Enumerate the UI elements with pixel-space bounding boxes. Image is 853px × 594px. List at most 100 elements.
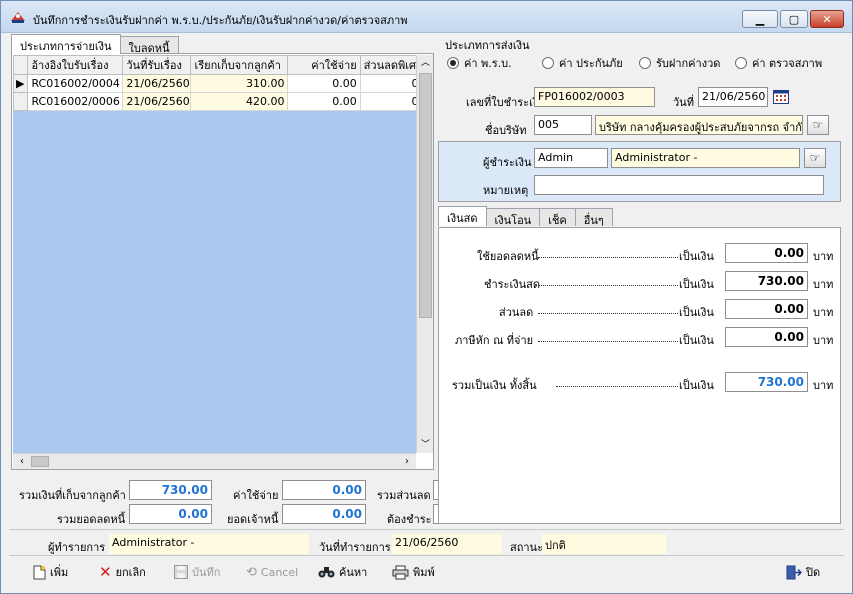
total-collect-field[interactable]: 730.00: [129, 480, 212, 500]
grid-header-row: อ้างอิงใบรับเรื่อง วันที่รับเรื่อง เรียก…: [13, 55, 416, 75]
cancel-button[interactable]: ⟲ Cancel: [246, 561, 298, 583]
row-indicator-header: [13, 55, 29, 75]
cell-discount[interactable]: 0.0: [359, 74, 416, 93]
tab-payment-type[interactable]: ประเภทการจ่ายเงิน: [11, 34, 121, 54]
tab-cash[interactable]: เงินสด: [438, 206, 487, 226]
radio-prb[interactable]: ค่า พ.ร.บ.: [447, 54, 512, 72]
row-pointer-icon: ▶: [13, 74, 29, 93]
cell-date[interactable]: 21/06/2560: [122, 74, 192, 93]
search-button[interactable]: ค้นหา: [318, 561, 367, 583]
grand-total-field[interactable]: 730.00: [725, 372, 808, 392]
table-row[interactable]: ▶ RC016002/0004 21/06/2560 310.00 0.00 0…: [13, 74, 416, 93]
date-label: วันที่: [673, 96, 694, 109]
company-name-field[interactable]: บริษัท กลางคุ้มครองผู้ประสบภัยจากรถ จำกั…: [595, 115, 803, 135]
creditor-field[interactable]: 0.00: [282, 504, 366, 524]
payer-name-field[interactable]: Administrator -: [611, 148, 800, 168]
cash-pay-label: ชำระเงินสด: [484, 278, 540, 291]
tab-transfer[interactable]: เงินโอน: [485, 208, 541, 227]
vertical-scroll-thumb[interactable]: [419, 73, 432, 318]
leader-dots: [538, 313, 678, 314]
expense-field[interactable]: 0.00: [282, 480, 366, 500]
print-label: พิมพ์: [413, 566, 435, 579]
cancel-item-button[interactable]: ✕ ยกเลิก: [99, 561, 146, 583]
payer-code-field[interactable]: Admin: [534, 148, 608, 168]
left-tabs: ประเภทการจ่ายเงิน ใบลดหนี้: [11, 34, 179, 55]
table-row[interactable]: RC016002/0006 21/06/2560 420.00 0.00 0.0: [13, 92, 416, 111]
radio-dot-icon: [639, 57, 651, 69]
total-discount-label: รวมส่วนลด: [377, 489, 431, 502]
amount-word: เป็นเงิน: [679, 306, 714, 319]
cell-collect[interactable]: 420.00: [190, 92, 289, 111]
cell-ref[interactable]: RC016002/0004: [27, 74, 124, 93]
payment-grid: อ้างอิงใบรับเรื่อง วันที่รับเรื่อง เรียก…: [13, 55, 416, 111]
close-label: ปิด: [806, 566, 821, 579]
debt-reduce-label: ใช้ยอดลดหนี้: [477, 250, 539, 263]
leader-dots: [556, 386, 678, 387]
total-debt-reduce-label: รวมยอดลดหนี้: [57, 513, 126, 526]
amount-word: เป็นเงิน: [679, 334, 714, 347]
radio-insurance[interactable]: ค่า ประกันภัย: [542, 54, 623, 72]
tab-cheque[interactable]: เช็ค: [539, 208, 576, 227]
company-code-field[interactable]: 005: [534, 115, 592, 135]
discount-field[interactable]: 0.00: [725, 299, 808, 319]
col-header-date[interactable]: วันที่รับเรื่อง: [122, 55, 192, 75]
note-field[interactable]: [534, 175, 824, 195]
radio-dot-icon: [542, 57, 554, 69]
close-button[interactable]: ปิด: [786, 561, 820, 583]
scroll-down-icon[interactable]: ﹀: [417, 437, 434, 453]
total-debt-reduce-field[interactable]: 0.00: [129, 504, 212, 524]
scroll-right-icon[interactable]: ›: [400, 454, 414, 469]
radio-inspection-label: ค่า ตรวจสภาพ: [752, 57, 823, 70]
binoculars-icon: [318, 567, 335, 578]
tab-credit-note[interactable]: ใบลดหนี้: [119, 36, 179, 55]
cell-expense[interactable]: 0.00: [287, 92, 361, 111]
cash-pay-field[interactable]: 730.00: [725, 271, 808, 291]
amount-word: เป็นเงิน: [679, 278, 714, 291]
date-field[interactable]: 21/06/2560: [698, 87, 768, 107]
cell-discount[interactable]: 0.0: [359, 92, 416, 111]
cell-ref[interactable]: RC016002/0006: [27, 92, 124, 111]
payment-no-field[interactable]: FP016002/0003: [534, 87, 655, 107]
col-header-expense[interactable]: ค่าใช้จ่าย: [287, 55, 361, 75]
scroll-left-icon[interactable]: ‹: [15, 454, 29, 469]
payer-lookup-button[interactable]: ☞: [804, 148, 826, 168]
main-window: บันทึกการชำระเงินรับฝากค่า พ.ร.บ./ประกัน…: [0, 0, 853, 594]
title-bar: บันทึกการชำระเงินรับฝากค่า พ.ร.บ./ประกัน…: [1, 1, 852, 33]
tab-other[interactable]: อื่นๆ: [574, 208, 613, 227]
app-logo-icon: [11, 12, 25, 23]
expense-label: ค่าใช้จ่าย: [233, 489, 279, 502]
window-title: บันทึกการชำระเงินรับฝากค่า พ.ร.บ./ประกัน…: [33, 14, 408, 27]
maximize-button[interactable]: ▢: [780, 10, 808, 28]
scroll-up-icon[interactable]: ︿: [417, 55, 434, 71]
minimize-button[interactable]: ▁: [742, 10, 778, 28]
op-date-label: วันที่ทำรายการ: [319, 541, 391, 554]
state-field: ปกติ: [542, 534, 666, 554]
grid-area: อ้างอิงใบรับเรื่อง วันที่รับเรื่อง เรียก…: [13, 55, 416, 453]
operator-field: Administrator -: [109, 534, 309, 554]
col-header-collect[interactable]: เรียกเก็บจากลูกค้า: [190, 55, 289, 75]
close-window-button[interactable]: ✕: [810, 10, 844, 28]
radio-installment-label: รับฝากค่างวด: [656, 57, 721, 70]
radio-insurance-label: ค่า ประกันภัย: [559, 57, 623, 70]
cell-date[interactable]: 21/06/2560: [122, 92, 192, 111]
debt-reduce-field[interactable]: 0.00: [725, 243, 808, 263]
vertical-scrollbar[interactable]: ︿ ﹀: [416, 55, 433, 453]
col-header-ref[interactable]: อ้างอิงใบรับเรื่อง: [27, 55, 124, 75]
col-header-discount[interactable]: ส่วนลดพิเศษ: [359, 55, 416, 75]
radio-inspection[interactable]: ค่า ตรวจสภาพ: [735, 54, 822, 72]
radio-installment[interactable]: รับฝากค่างวด: [639, 54, 720, 72]
company-lookup-button[interactable]: ☞: [807, 115, 829, 135]
note-label: หมายเหตุ: [483, 184, 529, 197]
floppy-disk-icon: [174, 565, 188, 579]
withholding-tax-field[interactable]: 0.00: [725, 327, 808, 347]
calendar-icon[interactable]: [773, 89, 789, 104]
cell-expense[interactable]: 0.00: [287, 74, 361, 93]
horizontal-scroll-thumb[interactable]: [31, 456, 49, 467]
cell-collect[interactable]: 310.00: [190, 74, 289, 93]
horizontal-scrollbar[interactable]: ‹ ›: [13, 453, 416, 469]
payer-label: ผู้ชำระเงิน: [483, 156, 532, 169]
add-button[interactable]: เพิ่ม: [33, 561, 68, 583]
save-button[interactable]: บันทึก: [174, 561, 220, 583]
withholding-tax-label: ภาษีหัก ณ ที่จ่าย: [455, 334, 534, 347]
print-button[interactable]: พิมพ์: [392, 561, 435, 583]
